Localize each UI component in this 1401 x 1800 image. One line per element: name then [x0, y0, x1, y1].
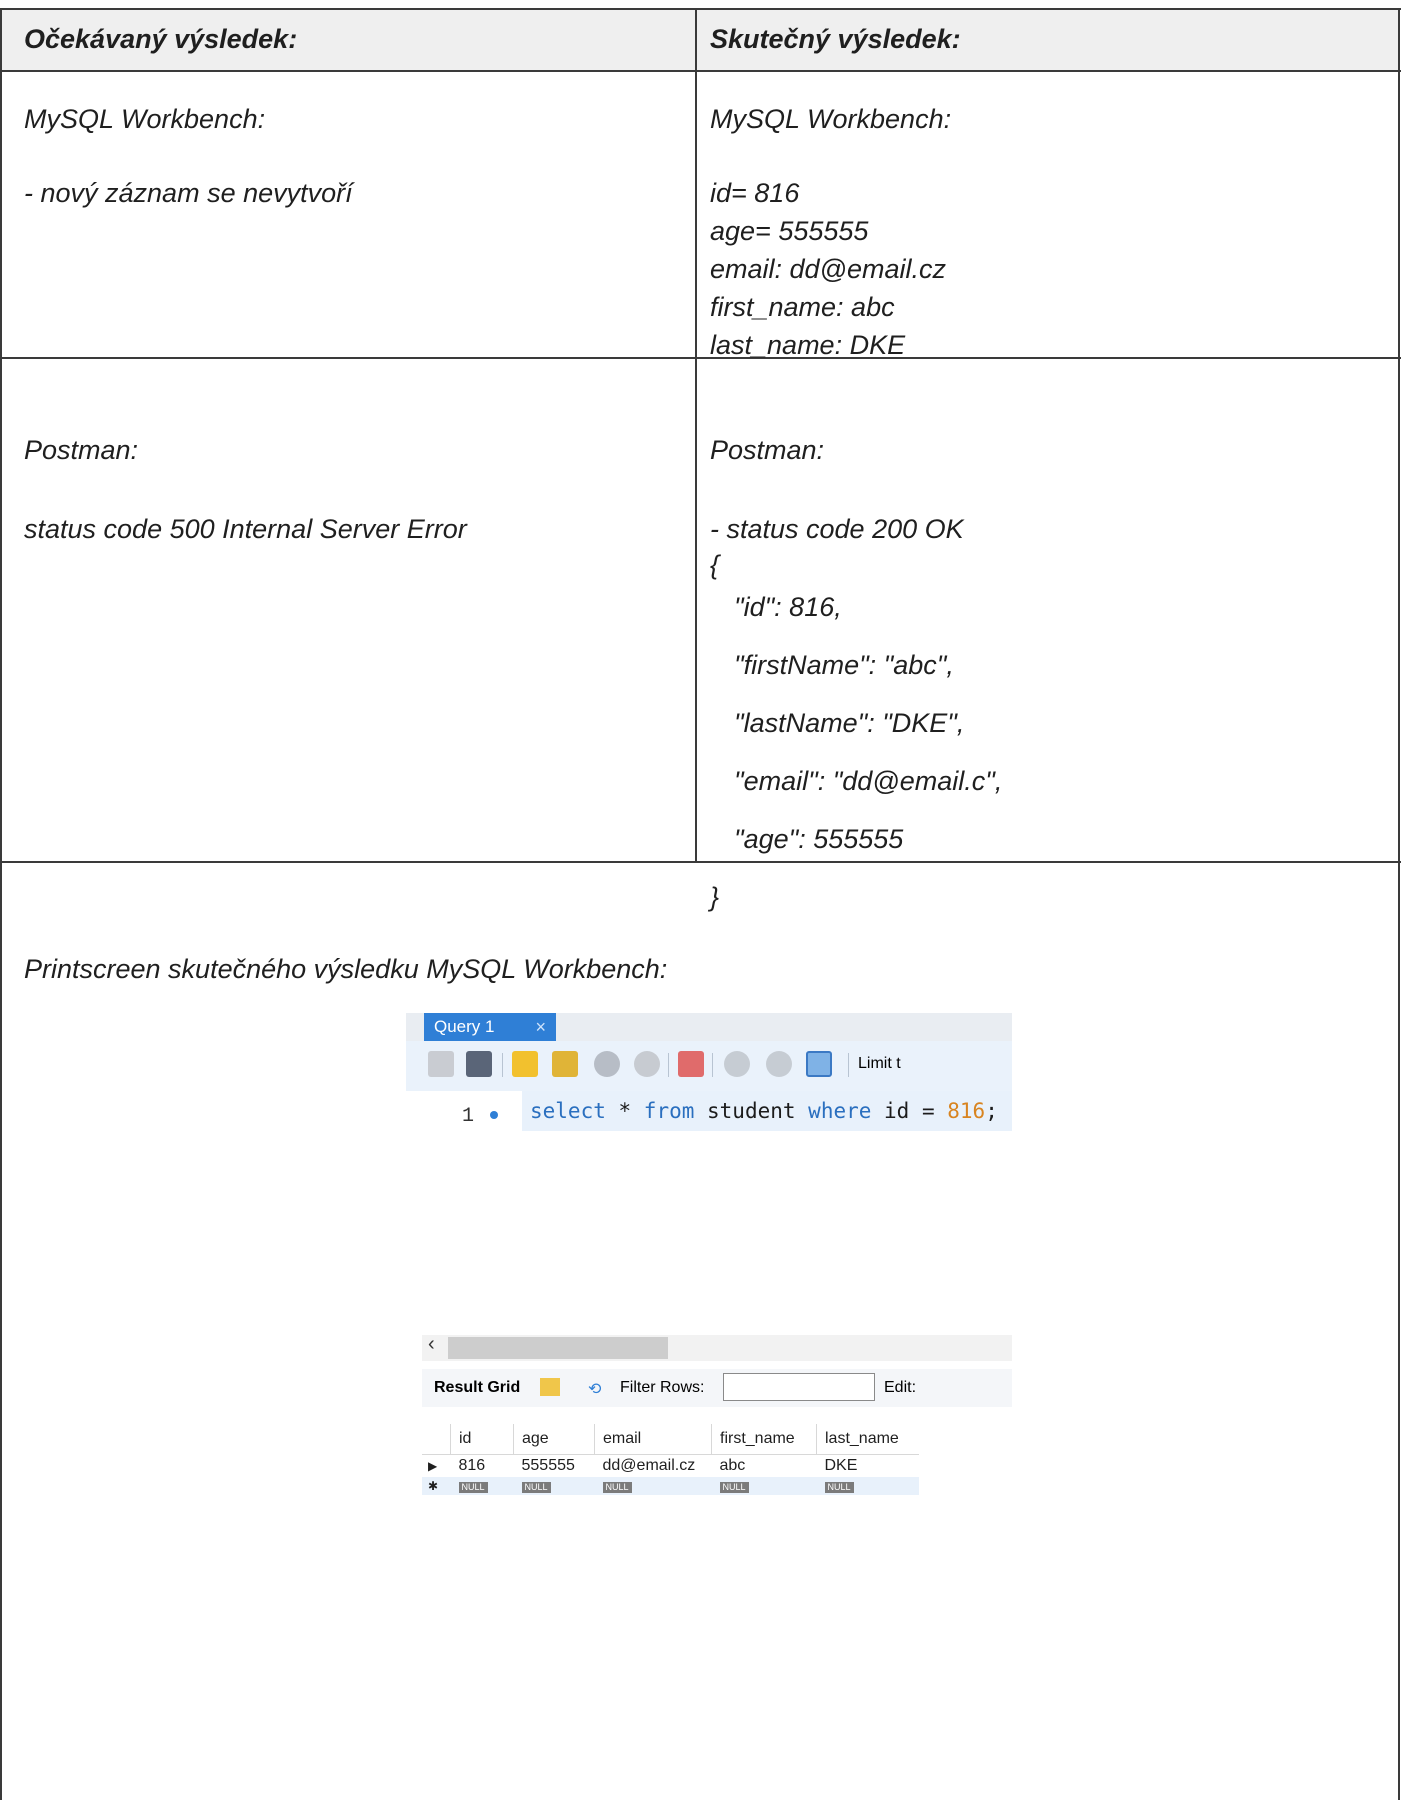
row1-right-line: last_name: DKE	[710, 330, 906, 360]
toggle-errors-icon[interactable]	[678, 1051, 704, 1077]
table-border-top	[0, 8, 1401, 10]
close-icon[interactable]: ×	[535, 1013, 546, 1041]
autocommit-icon[interactable]	[806, 1051, 832, 1077]
sql-token: ;	[985, 1099, 998, 1123]
row2-status: - status code 200 OK	[710, 514, 964, 544]
rollback-icon[interactable]	[766, 1051, 792, 1077]
json-line: "email": "dd@email.c",	[734, 766, 1003, 796]
execute-icon[interactable]	[512, 1051, 538, 1077]
row1-left-text: - nový záznam se nevytvoří	[24, 178, 353, 208]
sql-token: from	[643, 1099, 695, 1123]
save-icon[interactable]	[466, 1051, 492, 1077]
table-border-left	[0, 8, 2, 1800]
row1-right-line: email: dd@email.cz	[710, 254, 946, 284]
null-badge[interactable]: NULL	[824, 1482, 854, 1493]
new-row-icon: ✱	[428, 1479, 439, 1493]
null-badge[interactable]: NULL	[458, 1482, 488, 1493]
sql-editor[interactable]: 1 select * from student where id = 816;	[406, 1091, 1012, 1331]
current-row-icon: ▶	[428, 1459, 438, 1473]
column-header-email[interactable]: email	[594, 1424, 712, 1455]
cell-email[interactable]: dd@email.cz	[595, 1455, 712, 1478]
column-header-id[interactable]: id	[450, 1424, 514, 1455]
document-page: Očekávaný výsledek: Skutečný výsledek: M…	[0, 0, 1401, 1800]
commit-icon[interactable]	[724, 1051, 750, 1077]
null-badge[interactable]: NULL	[521, 1482, 551, 1493]
row1-right-line: id= 816	[710, 178, 800, 208]
toolbar-separator	[668, 1053, 669, 1077]
workbench-screenshot: Query 1 × Limit t 1 select * from studen…	[406, 1013, 1012, 1433]
filter-rows-label: Filter Rows:	[620, 1379, 705, 1396]
result-toolbar: Result Grid ⟲ Filter Rows: Edit:	[422, 1369, 1012, 1407]
null-badge[interactable]: NULL	[602, 1482, 632, 1493]
sql-line[interactable]: select * from student where id = 816;	[522, 1091, 1012, 1131]
sql-token: select	[530, 1099, 606, 1123]
table-rule	[0, 861, 1401, 863]
row1-right-line: first_name: abc	[710, 292, 895, 322]
row2-left-title: Postman:	[24, 435, 139, 465]
json-line: "age": 555555	[734, 824, 904, 854]
toolbar-separator	[502, 1053, 503, 1077]
table-column-divider	[695, 8, 697, 863]
sql-token: where	[808, 1099, 872, 1123]
statement-marker-icon	[490, 1111, 498, 1119]
result-header-row: id age email first_name last_name	[422, 1424, 919, 1455]
refresh-icon[interactable]: ⟲	[588, 1379, 601, 1399]
column-header-first-name[interactable]: first_name	[711, 1424, 817, 1455]
cell-age[interactable]: 555555	[514, 1455, 595, 1478]
cell-id[interactable]: 816	[451, 1455, 514, 1478]
toolbar-separator	[848, 1053, 849, 1077]
cell-last-name[interactable]: DKE	[817, 1455, 920, 1478]
sql-token: *	[605, 1099, 644, 1123]
json-open-brace: {	[710, 550, 720, 580]
toolbar-separator	[712, 1053, 713, 1077]
row1-right-line: age= 555555	[710, 216, 869, 246]
header-expected: Očekávaný výsledek:	[24, 24, 298, 54]
row2-left-text: status code 500 Internal Server Error	[24, 514, 467, 544]
json-close-brace: }	[710, 882, 720, 912]
horizontal-scrollbar[interactable]: ‹	[422, 1333, 1012, 1361]
sql-token: 816	[947, 1099, 986, 1123]
header-actual: Skutečný výsledek:	[710, 24, 961, 54]
column-header-age[interactable]: age	[513, 1424, 595, 1455]
sql-token: student	[694, 1099, 809, 1123]
open-folder-icon[interactable]	[428, 1051, 454, 1077]
json-line: "id": 816,	[734, 592, 842, 622]
json-line: "lastName": "DKE",	[734, 708, 965, 738]
result-table: id age email first_name last_name ▶ 816 …	[422, 1424, 919, 1495]
execute-current-icon[interactable]	[552, 1051, 578, 1077]
column-header-last-name[interactable]: last_name	[816, 1424, 919, 1455]
limit-label[interactable]: Limit t	[858, 1055, 901, 1073]
row1-left-title: MySQL Workbench:	[24, 104, 266, 134]
table-border-right	[1398, 8, 1400, 1800]
json-line: "firstName": "abc",	[734, 650, 954, 680]
filter-rows-input[interactable]	[723, 1373, 875, 1401]
table-rule	[0, 357, 1401, 359]
stop-icon[interactable]	[634, 1051, 660, 1077]
result-grid-tab[interactable]: Result Grid	[434, 1379, 520, 1397]
tab-query-1[interactable]: Query 1 ×	[424, 1013, 556, 1041]
query-toolbar: Limit t	[406, 1041, 1012, 1091]
tab-label: Query 1	[434, 1017, 495, 1036]
new-row[interactable]: ✱ NULL NULL NULL NULL NULL	[422, 1477, 919, 1495]
grid-view-icon[interactable]	[540, 1378, 560, 1396]
explain-icon[interactable]	[594, 1051, 620, 1077]
edit-label: Edit:	[884, 1379, 917, 1396]
null-badge[interactable]: NULL	[719, 1482, 749, 1493]
row-gutter-header	[422, 1424, 451, 1455]
row2-right-title: Postman:	[710, 435, 825, 465]
line-number: 1	[462, 1105, 475, 1128]
cell-first-name[interactable]: abc	[712, 1455, 817, 1478]
scroll-left-icon[interactable]: ‹	[428, 1333, 435, 1356]
sql-token: id =	[871, 1099, 948, 1123]
scrollbar-thumb[interactable]	[448, 1337, 668, 1359]
row1-right-title: MySQL Workbench:	[710, 104, 952, 134]
table-rule	[0, 70, 1401, 72]
table-row[interactable]: ▶ 816 555555 dd@email.cz abc DKE	[422, 1455, 919, 1478]
result-grid: id age email first_name last_name ▶ 816 …	[422, 1424, 919, 1495]
tab-bar: Query 1 ×	[406, 1013, 1012, 1041]
row3-title: Printscreen skutečného výsledku MySQL Wo…	[24, 954, 668, 984]
